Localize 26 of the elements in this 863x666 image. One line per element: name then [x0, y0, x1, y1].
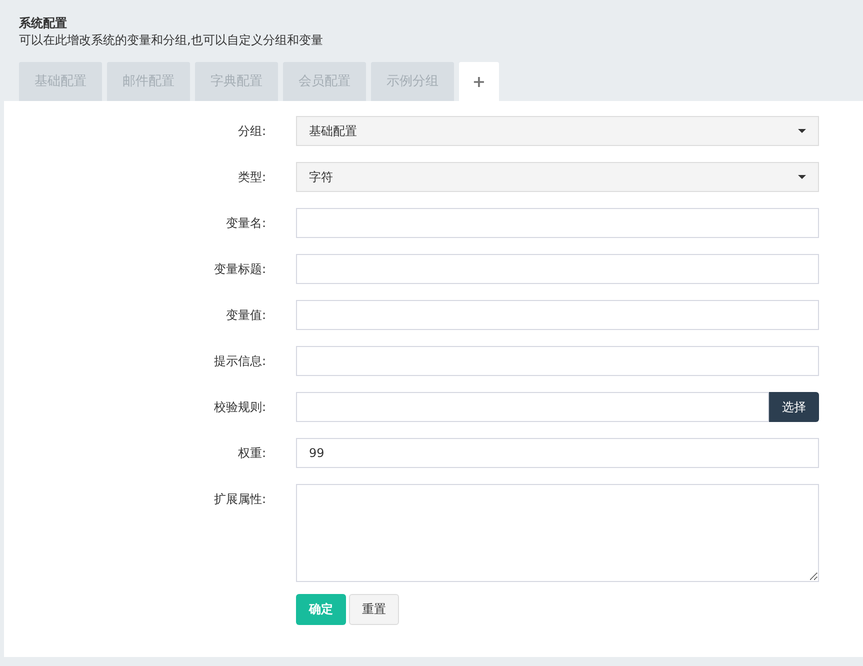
input-field[interactable] — [296, 300, 819, 330]
reset-button[interactable]: 重置 — [349, 594, 399, 625]
select-field[interactable]: 字符 — [296, 162, 819, 192]
field-label: 变量标题: — [212, 261, 266, 278]
field-label: 分组: — [236, 123, 266, 140]
field-label: 类型: — [236, 169, 266, 186]
select-button[interactable]: 选择 — [769, 392, 819, 422]
field-label: 权重: — [236, 445, 266, 462]
field-label: 变量名: — [224, 215, 266, 232]
textarea-field[interactable] — [296, 484, 819, 582]
field-label: 提示信息: — [212, 353, 266, 370]
field-label: 变量值: — [224, 307, 266, 324]
confirm-button[interactable]: 确定 — [296, 594, 346, 625]
field-label: 扩展属性: — [212, 491, 266, 508]
input-field[interactable] — [296, 254, 819, 284]
select-field[interactable]: 基础配置 — [296, 116, 819, 146]
input-field[interactable] — [296, 208, 819, 238]
caret-icon — [798, 129, 806, 133]
tab[interactable]: + — [459, 62, 499, 101]
caret-icon — [798, 175, 806, 179]
field-label: 校验规则: — [212, 399, 266, 416]
input-field[interactable] — [296, 346, 819, 376]
page-description: 可以在此增改系统的变量和分组,也可以自定义分组和变量 — [19, 32, 324, 48]
page-title: 系统配置 — [19, 15, 68, 32]
input-field[interactable]: 99 — [296, 438, 819, 468]
input-field[interactable] — [296, 392, 769, 422]
